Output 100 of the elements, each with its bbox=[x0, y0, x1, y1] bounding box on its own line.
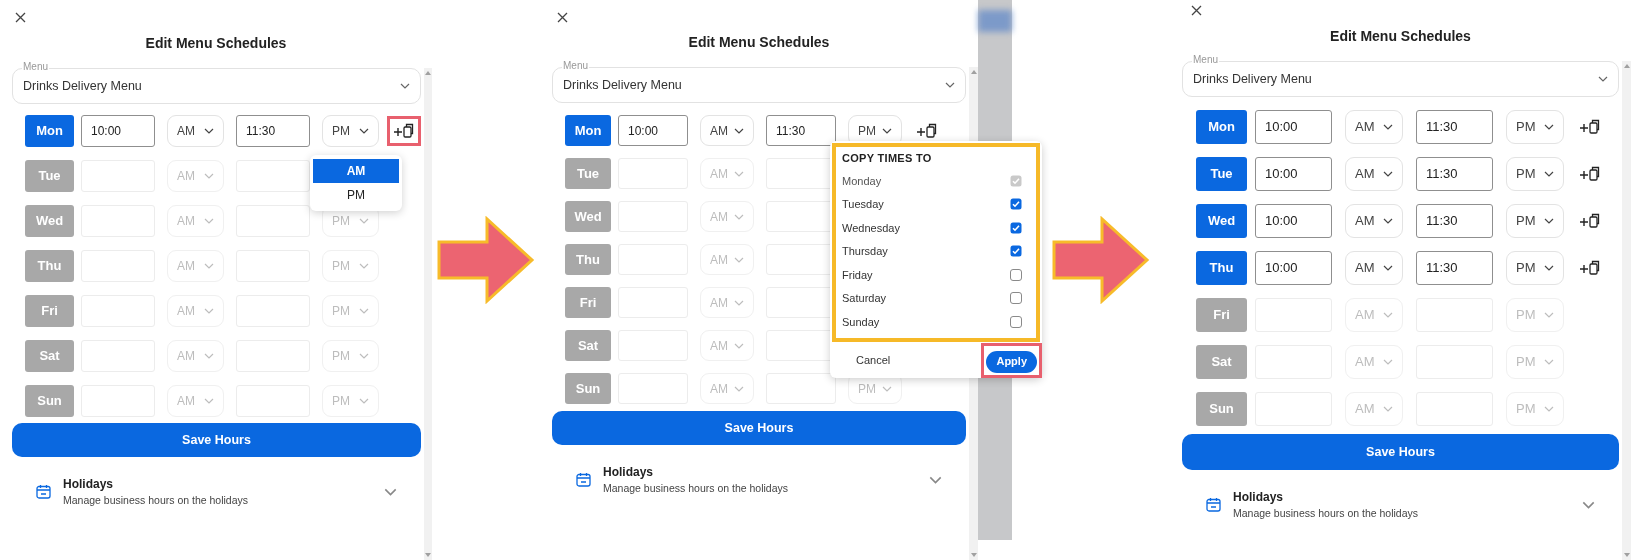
save-hours-button[interactable]: Save Hours bbox=[1182, 434, 1619, 470]
chevron-down-icon bbox=[1544, 359, 1554, 365]
period-select[interactable]: AM bbox=[1345, 157, 1403, 191]
chevron-down-icon bbox=[1383, 124, 1393, 130]
scrollbar[interactable] bbox=[1622, 61, 1631, 560]
day-button[interactable]: Wed bbox=[1196, 204, 1247, 238]
time-field[interactable]: 10:00 bbox=[1255, 251, 1332, 285]
day-button[interactable]: Thu bbox=[1196, 251, 1247, 285]
scroll-up-icon[interactable] bbox=[1623, 64, 1630, 68]
dialog-title: Edit Menu Schedules bbox=[1330, 27, 1471, 46]
period-select[interactable]: AM bbox=[1345, 110, 1403, 144]
plus-copy-icon bbox=[1579, 260, 1601, 276]
save-hours-button[interactable]: Save Hours bbox=[12, 423, 421, 457]
day-button[interactable]: Mon bbox=[25, 115, 74, 147]
calendar-icon bbox=[36, 484, 51, 500]
checkbox[interactable] bbox=[1010, 315, 1022, 328]
holidays-section[interactable]: Holidays Manage business hours on the holidays bbox=[552, 463, 966, 497]
chevron-down-icon bbox=[882, 385, 892, 392]
time-field[interactable] bbox=[236, 160, 310, 192]
chevron-down-icon bbox=[400, 83, 410, 89]
period-select[interactable]: PM bbox=[322, 115, 379, 147]
time-field[interactable]: 10:00 bbox=[81, 115, 155, 147]
chevron-down-icon bbox=[359, 263, 369, 269]
chevron-down-icon bbox=[734, 385, 744, 392]
scroll-down-icon[interactable] bbox=[1623, 553, 1630, 557]
cancel-button[interactable]: Cancel bbox=[856, 352, 891, 369]
scroll-up-icon[interactable] bbox=[425, 71, 431, 75]
holidays-section[interactable]: Holidays Manage business hours on the holidays bbox=[1182, 488, 1619, 522]
chevron-down-icon bbox=[359, 398, 369, 404]
time-field[interactable]: 11:30 bbox=[1416, 157, 1493, 191]
day-option[interactable]: Saturday bbox=[842, 290, 887, 307]
chevron-down-icon bbox=[1544, 406, 1554, 412]
chevron-down-icon bbox=[1544, 171, 1554, 177]
day-button[interactable]: Mon bbox=[565, 115, 611, 146]
plus-copy-icon bbox=[1579, 166, 1601, 182]
dropdown-option[interactable]: PM bbox=[313, 183, 399, 207]
period-select[interactable]: AM bbox=[1345, 251, 1403, 285]
chevron-down-icon bbox=[204, 398, 214, 404]
checkbox[interactable] bbox=[1010, 245, 1022, 258]
dropdown-option[interactable]: AM bbox=[313, 159, 399, 183]
day-option[interactable]: Thursday bbox=[842, 243, 888, 260]
scrollbar[interactable] bbox=[424, 68, 432, 560]
time-field[interactable] bbox=[236, 205, 310, 237]
time-field[interactable]: 11:30 bbox=[1416, 204, 1493, 238]
time-field[interactable]: 11:30 bbox=[766, 115, 836, 146]
plus-copy-icon bbox=[1579, 119, 1601, 135]
chevron-down-icon bbox=[1598, 76, 1608, 82]
time-field[interactable]: 10:00 bbox=[1255, 157, 1332, 191]
dialog-title: Edit Menu Schedules bbox=[688, 33, 830, 52]
chevron-down-icon bbox=[734, 256, 744, 263]
period-select[interactable]: PM bbox=[1506, 157, 1564, 191]
day-option[interactable]: Sunday bbox=[842, 313, 880, 330]
save-hours-button[interactable]: Save Hours bbox=[552, 411, 966, 445]
chevron-down-icon bbox=[1383, 359, 1393, 365]
holidays-title: Holidays bbox=[603, 464, 654, 481]
holidays-section[interactable]: Holidays Manage business hours on the holidays bbox=[12, 475, 421, 509]
scroll-down-icon[interactable] bbox=[970, 553, 977, 557]
checkbox[interactable] bbox=[1010, 221, 1022, 234]
dialog-title: Edit Menu Schedules bbox=[145, 34, 287, 53]
period-select[interactable]: AM bbox=[1345, 204, 1403, 238]
chevron-down-icon bbox=[1383, 265, 1393, 271]
plus-copy-icon bbox=[393, 123, 415, 139]
holidays-title: Holidays bbox=[63, 476, 114, 493]
holidays-subtitle: Manage business hours on the holidays bbox=[63, 493, 250, 508]
chevron-down-icon bbox=[882, 127, 892, 134]
period-select[interactable]: PM bbox=[1506, 110, 1564, 144]
period-select[interactable]: PM bbox=[1506, 251, 1564, 285]
day-button[interactable]: Tue bbox=[1196, 157, 1247, 191]
chevron-down-icon bbox=[734, 299, 744, 306]
period-select[interactable]: PM bbox=[1506, 204, 1564, 238]
day-option[interactable]: Friday bbox=[842, 266, 873, 283]
chevron-down-icon bbox=[204, 308, 214, 314]
copy-times-button[interactable] bbox=[387, 116, 421, 146]
checkbox[interactable] bbox=[1010, 198, 1022, 211]
time-field[interactable]: 11:30 bbox=[236, 115, 310, 147]
plus-copy-icon bbox=[916, 122, 938, 139]
scroll-down-icon[interactable] bbox=[425, 553, 431, 557]
holidays-title: Holidays bbox=[1233, 489, 1284, 506]
chevron-down-icon bbox=[359, 218, 369, 224]
time-field[interactable]: 10:00 bbox=[1255, 204, 1332, 238]
checkbox[interactable] bbox=[1010, 268, 1022, 281]
day-button[interactable]: Mon bbox=[1196, 110, 1247, 144]
day-option[interactable]: Tuesday bbox=[842, 196, 884, 213]
time-field[interactable]: 10:00 bbox=[618, 115, 688, 146]
chevron-down-icon bbox=[1383, 406, 1393, 412]
apply-button[interactable]: Apply bbox=[986, 350, 1037, 373]
time-field[interactable]: 10:00 bbox=[1255, 110, 1332, 144]
time-field[interactable]: 11:30 bbox=[1416, 251, 1493, 285]
chevron-down-icon bbox=[204, 263, 214, 269]
chevron-down-icon bbox=[1383, 171, 1393, 177]
period-select[interactable]: AM bbox=[700, 115, 754, 146]
period-select[interactable]: AM bbox=[167, 115, 224, 147]
chevron-down-icon bbox=[1544, 312, 1554, 318]
field-label: Menu bbox=[1192, 54, 1219, 66]
scroll-up-icon[interactable] bbox=[970, 70, 977, 74]
chevron-down-icon bbox=[204, 353, 214, 359]
day-option[interactable]: Wednesday bbox=[842, 219, 900, 236]
chevron-down-icon bbox=[359, 308, 369, 314]
time-field[interactable]: 11:30 bbox=[1416, 110, 1493, 144]
checkbox[interactable] bbox=[1010, 292, 1022, 305]
